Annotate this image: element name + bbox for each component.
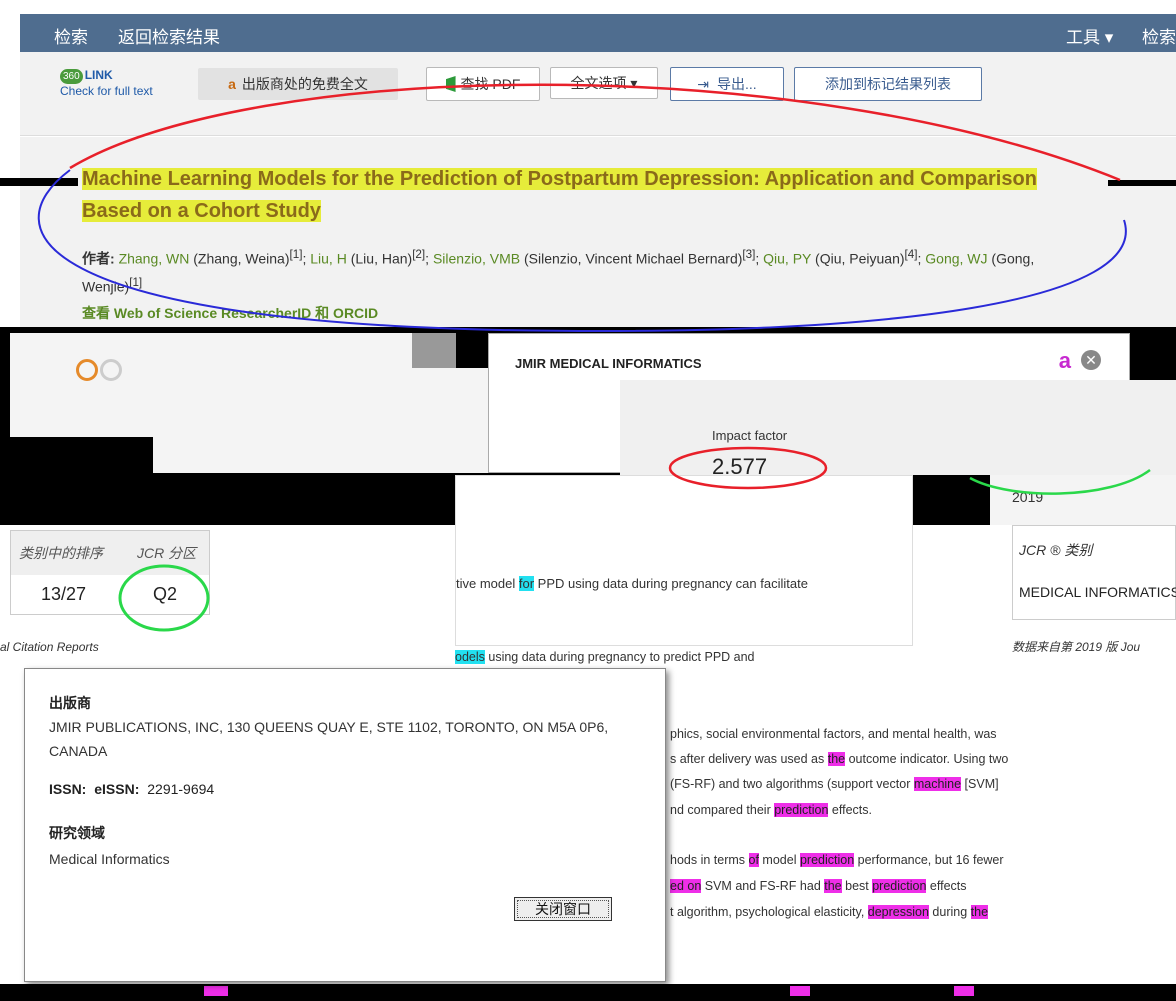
annotation-overlay — [37, 83, 1151, 632]
annotation-green-ellipse — [118, 564, 210, 632]
annotation-blue-ellipse — [37, 169, 1127, 333]
annotation-green-arc — [969, 468, 1151, 495]
annotation-red-arc — [69, 83, 1121, 182]
annotation-red-ellipse — [668, 446, 828, 490]
